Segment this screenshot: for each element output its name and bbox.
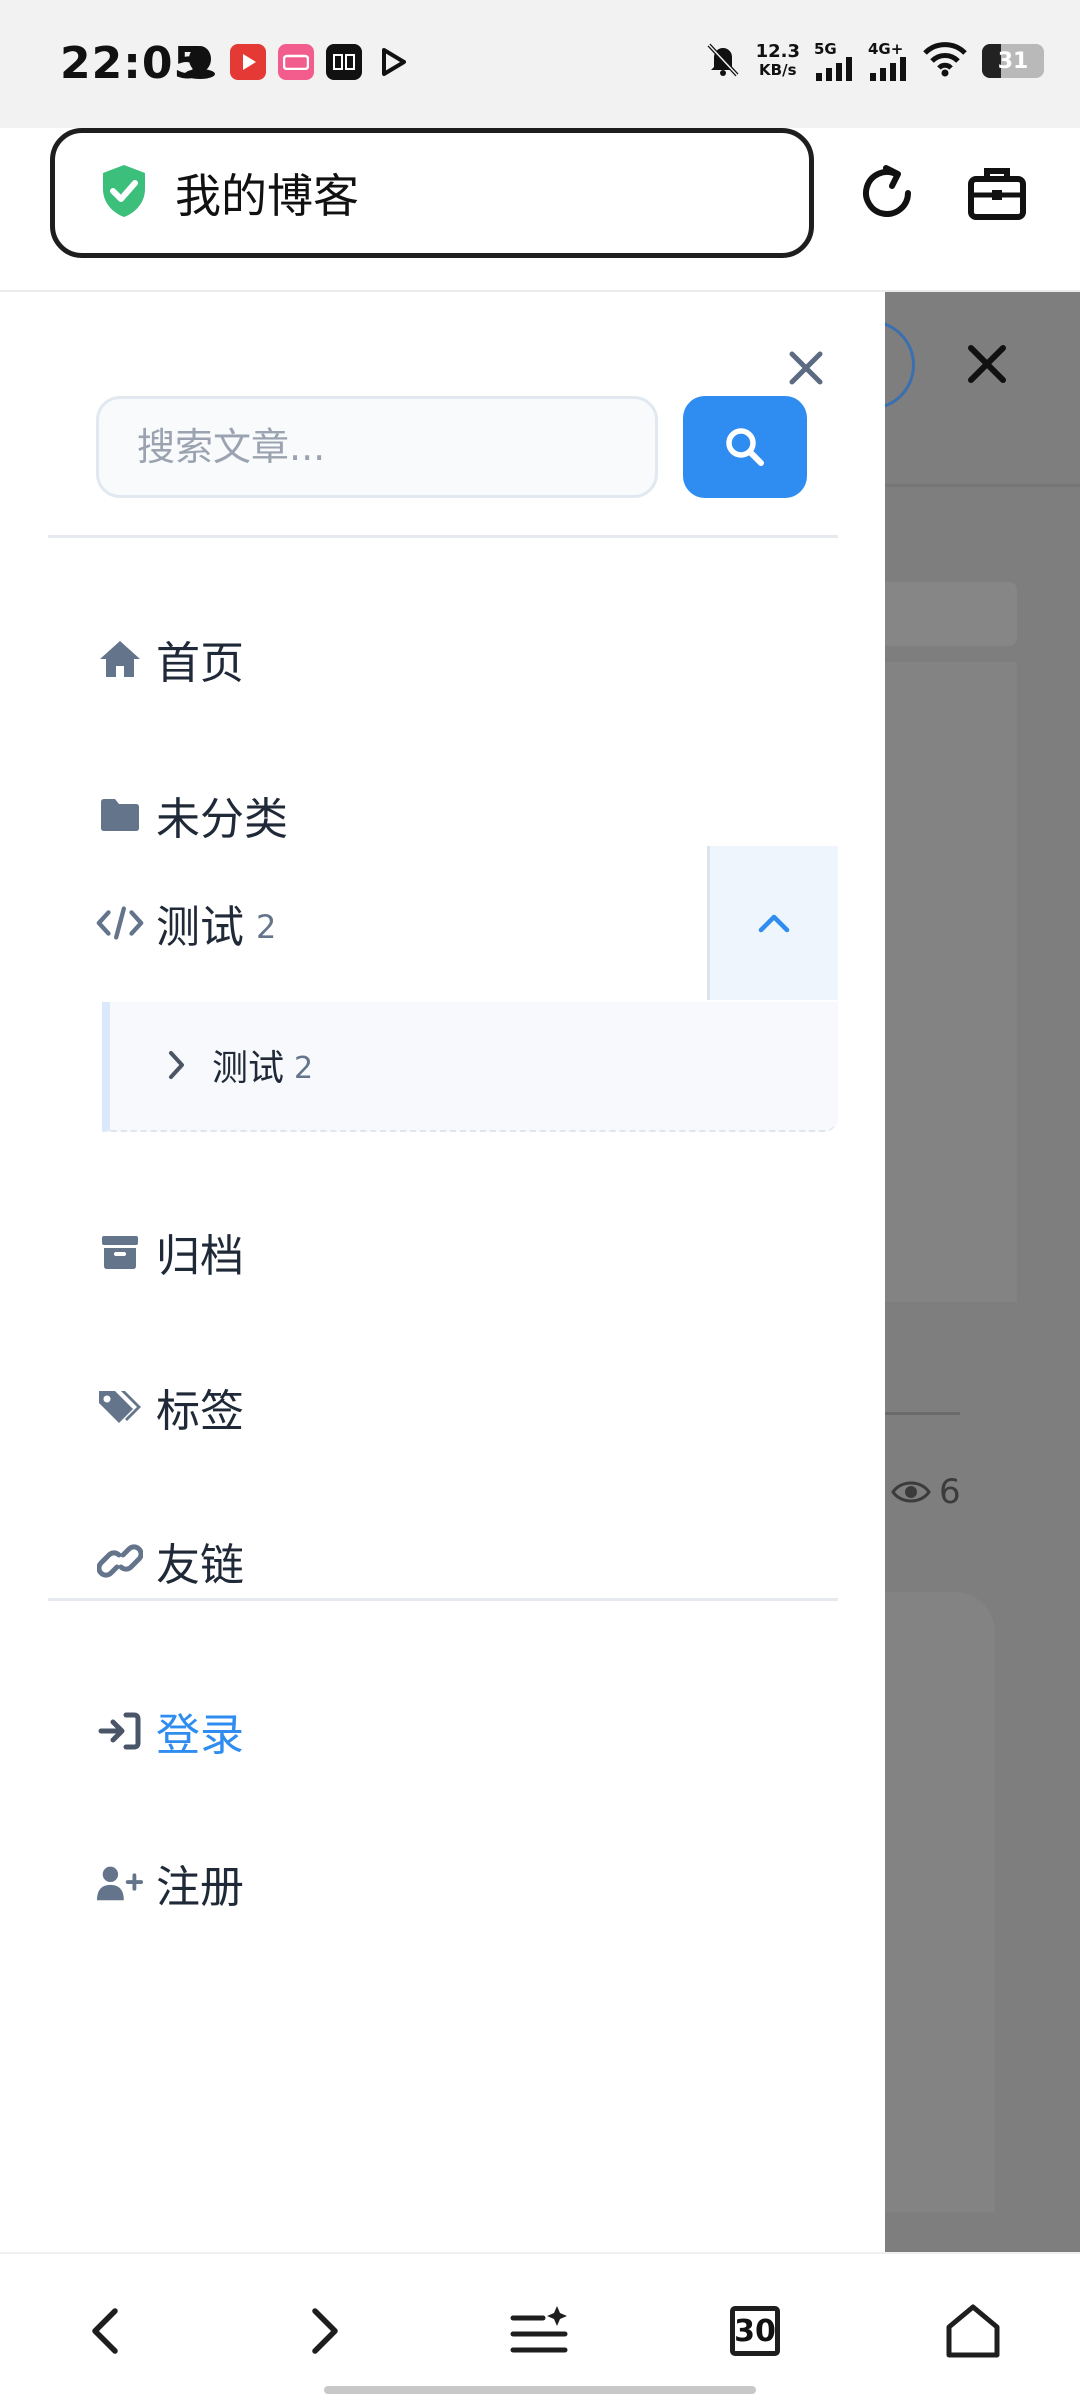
category-count: 2: [294, 1050, 314, 1086]
view-counter: 6: [891, 1472, 961, 1512]
signal-bars-icon: [870, 56, 906, 81]
login-link[interactable]: 登录: [96, 1686, 244, 1776]
nav-item-archive[interactable]: 归档: [96, 1207, 244, 1297]
home-button[interactable]: [938, 2296, 1008, 2366]
home-icon: [96, 635, 144, 683]
search-input[interactable]: [96, 396, 658, 498]
category-count: 2: [256, 908, 277, 946]
link-icon: [96, 1537, 144, 1585]
drawer-divider: [48, 535, 838, 538]
menu-button[interactable]: [505, 2296, 575, 2366]
nav-item-links[interactable]: 友链: [96, 1516, 244, 1606]
chevron-left-icon: [92, 2308, 118, 2354]
background-search-circle: [885, 320, 915, 410]
back-button[interactable]: [70, 2296, 140, 2366]
code-icon: [96, 899, 144, 947]
network-speed: 12.3 KB/s: [755, 41, 800, 79]
submenu-item-test[interactable]: 测试 2: [166, 1032, 313, 1098]
page-title: 我的博客: [175, 169, 359, 223]
submenu-test: 测试 2: [102, 1002, 838, 1132]
chevron-right-icon: [169, 1051, 184, 1079]
sim2-signal: 4G+: [868, 41, 908, 81]
wifi-icon: [922, 41, 968, 81]
drawer-divider: [48, 1598, 838, 1601]
dewu-icon: [326, 44, 362, 80]
drawer-close-button[interactable]: [780, 342, 832, 394]
tabs-button[interactable]: 30: [720, 2296, 790, 2366]
status-bar: 22:05 12.3 KB/s 5G 4G+ 31: [0, 0, 1080, 128]
collapse-toggle-button[interactable]: [707, 846, 838, 1000]
toolbox-icon[interactable]: [962, 158, 1032, 228]
bilibili-icon: [278, 44, 314, 80]
nav-item-tags[interactable]: 标签: [96, 1362, 244, 1452]
play-icon: [374, 44, 410, 80]
eye-icon: [891, 1481, 931, 1503]
shield-check-icon: [99, 163, 149, 223]
close-icon[interactable]: [965, 342, 1009, 390]
video-app-icon: [230, 44, 266, 80]
menu-sparkle-icon: [510, 2306, 568, 2353]
register-link[interactable]: 注册: [96, 1838, 244, 1928]
sim1-signal: 5G: [814, 41, 854, 81]
side-drawer: 首页 未分类 测试 2 测试 2 归档 标签: [0, 292, 885, 2252]
battery-indicator: 31: [982, 44, 1044, 78]
gesture-bar: [324, 2386, 756, 2394]
nav-item-test[interactable]: 测试 2: [96, 878, 276, 968]
mute-icon: [704, 40, 742, 82]
status-indicators: 12.3 KB/s 5G 4G+ 31: [704, 40, 1044, 82]
home-icon: [946, 2304, 1000, 2358]
browser-toolbar: 我的博客: [0, 128, 1080, 292]
background-card: [885, 1592, 995, 2212]
page-overlay[interactable]: 6: [885, 292, 1080, 2252]
signal-bars-icon: [816, 56, 852, 81]
close-icon: [789, 351, 823, 385]
nav-item-uncategorized[interactable]: 未分类: [96, 770, 288, 860]
chevron-up-icon: [758, 914, 790, 933]
nav-item-home[interactable]: 首页: [96, 614, 244, 704]
qq-icon: [182, 44, 218, 80]
folder-icon: [96, 791, 144, 839]
background-card: [885, 582, 1017, 646]
background-card: [885, 662, 1017, 1302]
search-icon: [726, 428, 764, 466]
reload-icon[interactable]: [852, 158, 922, 228]
browser-bottom-bar: 30: [0, 2252, 1080, 2400]
forward-button[interactable]: [290, 2296, 360, 2366]
address-bar[interactable]: 我的博客: [50, 128, 814, 258]
chevron-right-icon: [312, 2308, 338, 2354]
tab-count: 30: [730, 2306, 780, 2356]
tags-icon: [96, 1383, 144, 1431]
sign-in-icon: [96, 1707, 144, 1755]
archive-icon: [96, 1228, 144, 1276]
user-plus-icon: [96, 1859, 144, 1907]
search-button[interactable]: [683, 396, 807, 498]
notification-apps: [182, 44, 410, 80]
